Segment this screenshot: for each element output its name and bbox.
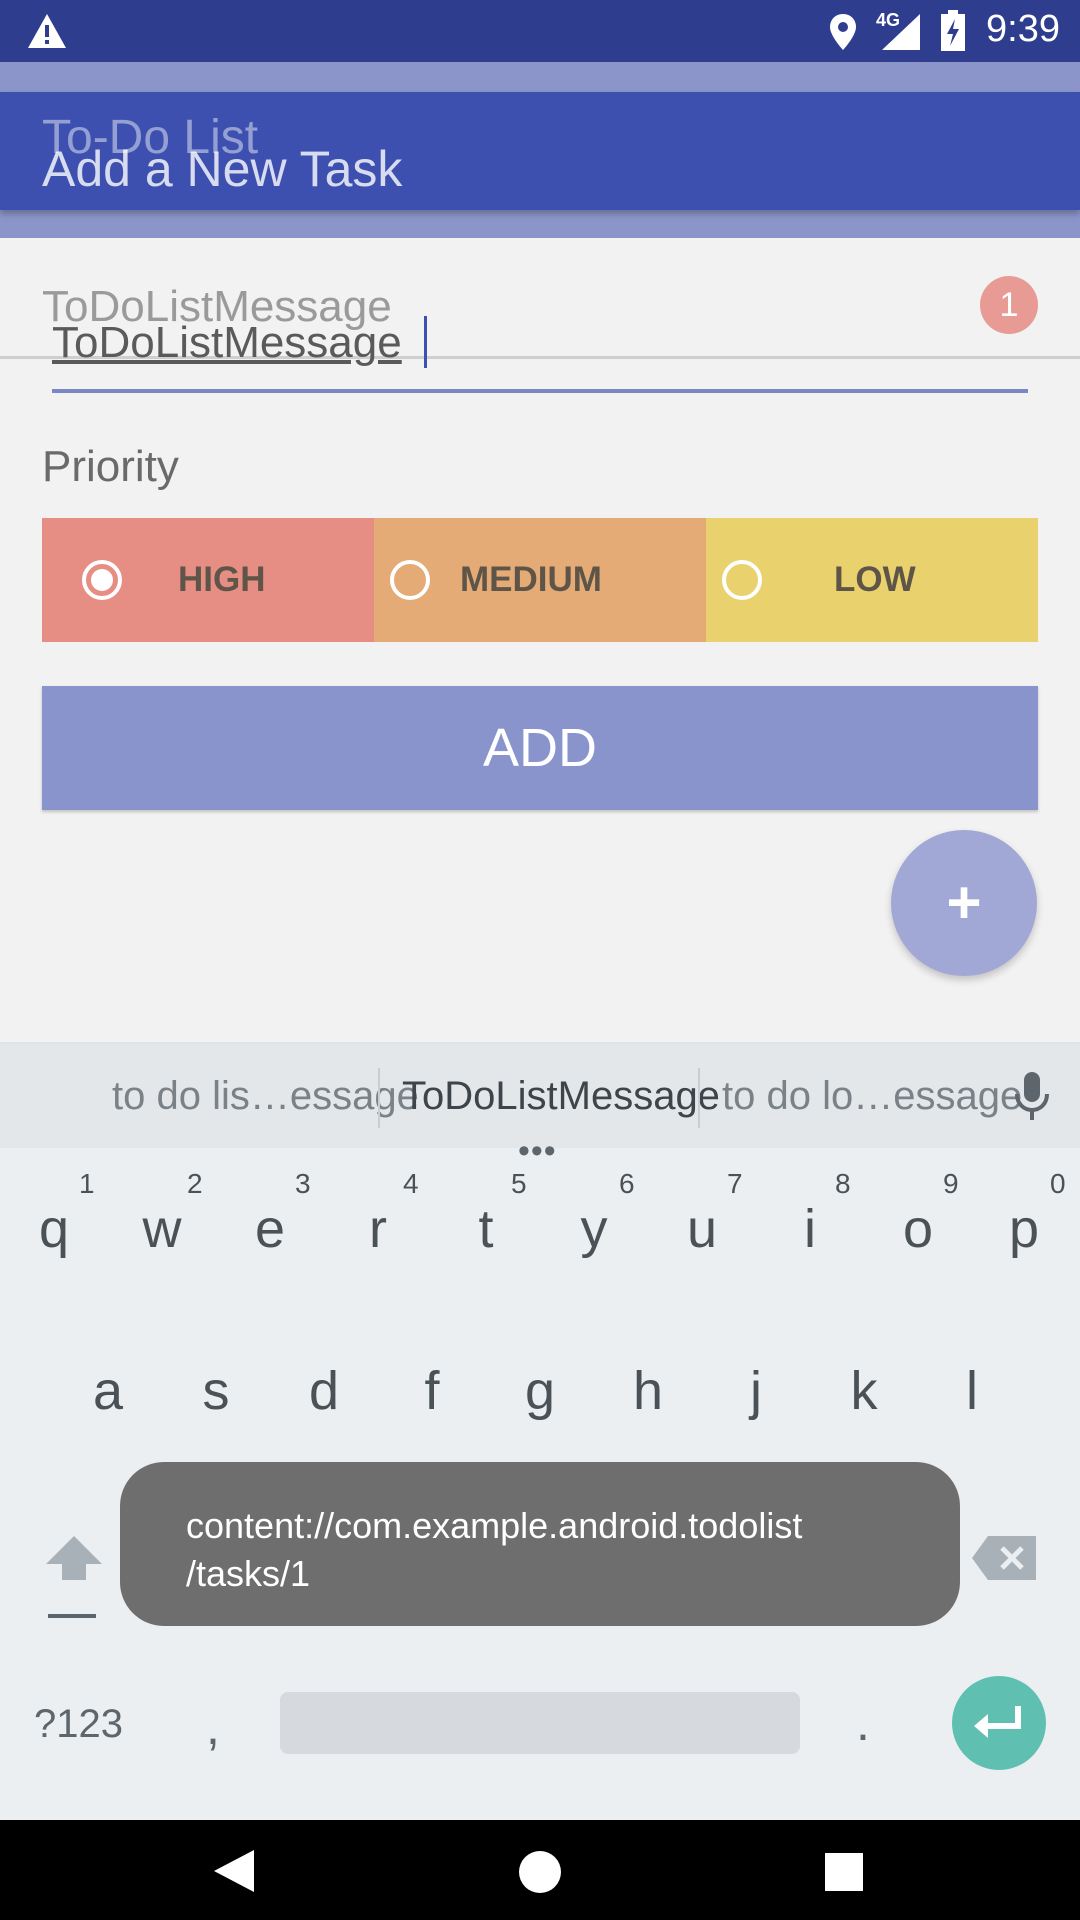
more-suggestions-icon[interactable]: ••• bbox=[518, 1132, 557, 1171]
suggestion-divider bbox=[698, 1068, 700, 1128]
key-s[interactable]: s bbox=[186, 1360, 246, 1422]
priority-low-radio[interactable]: LOW bbox=[706, 518, 1038, 642]
radio-unselected-icon bbox=[390, 560, 430, 600]
battery-charging-icon bbox=[941, 10, 965, 51]
toast-line-2: /tasks/1 bbox=[186, 1553, 311, 1594]
suggestion-item[interactable]: to do lis…essage bbox=[112, 1074, 419, 1119]
task-description-input[interactable]: ToDoListMessage bbox=[52, 318, 402, 368]
period-key[interactable]: . bbox=[856, 1694, 870, 1752]
key-number-hint: 1 bbox=[79, 1168, 95, 1199]
microphone-icon[interactable] bbox=[1012, 1070, 1052, 1124]
backspace-icon[interactable] bbox=[970, 1534, 1038, 1582]
page-title: Add a New Task bbox=[42, 141, 403, 197]
enter-key[interactable] bbox=[952, 1676, 1046, 1770]
home-icon[interactable] bbox=[518, 1850, 562, 1894]
symbols-key[interactable]: ?123 bbox=[34, 1702, 123, 1747]
back-icon[interactable] bbox=[212, 1848, 256, 1894]
priority-badge: 1 bbox=[980, 276, 1038, 334]
shift-indicator bbox=[48, 1614, 96, 1618]
key-q[interactable]: q bbox=[24, 1198, 84, 1260]
text-cursor bbox=[424, 316, 427, 368]
key-number-hint: 0 bbox=[1050, 1168, 1066, 1199]
toast-message: content://com.example.android.todolist /… bbox=[120, 1462, 960, 1626]
key-g[interactable]: g bbox=[510, 1360, 570, 1422]
input-underline bbox=[52, 389, 1028, 393]
priority-high-label: HIGH bbox=[178, 560, 266, 599]
key-number-hint: 9 bbox=[943, 1168, 959, 1199]
warning-icon bbox=[28, 14, 66, 48]
radio-selected-icon bbox=[82, 560, 122, 600]
suggestion-item[interactable]: to do lo…essage bbox=[722, 1074, 1022, 1119]
priority-label: Priority bbox=[42, 442, 179, 491]
enter-icon bbox=[974, 1706, 1021, 1738]
priority-low-label: LOW bbox=[834, 560, 916, 599]
key-number-hint: 2 bbox=[187, 1168, 203, 1199]
key-y[interactable]: y bbox=[564, 1198, 624, 1260]
key-number-hint: 7 bbox=[727, 1168, 743, 1199]
priority-high-radio[interactable]: HIGH bbox=[42, 518, 374, 642]
key-number-hint: 3 bbox=[295, 1168, 311, 1199]
key-number-hint: 4 bbox=[403, 1168, 419, 1199]
key-p[interactable]: p bbox=[994, 1198, 1054, 1260]
key-number-hint: 6 bbox=[619, 1168, 635, 1199]
key-f[interactable]: f bbox=[402, 1360, 462, 1422]
add-button[interactable]: ADD bbox=[42, 686, 1038, 810]
comma-key[interactable]: , bbox=[206, 1698, 220, 1756]
key-number-hint: 8 bbox=[835, 1168, 851, 1199]
key-j[interactable]: j bbox=[726, 1360, 786, 1422]
status-time: 9:39 bbox=[986, 8, 1060, 50]
signal-icon bbox=[882, 14, 920, 50]
suggestion-divider bbox=[378, 1068, 380, 1128]
key-u[interactable]: u bbox=[672, 1198, 732, 1260]
toast-line-1: content://com.example.android.todolist bbox=[186, 1505, 803, 1546]
add-task-fab[interactable]: + bbox=[891, 830, 1037, 976]
key-h[interactable]: h bbox=[618, 1360, 678, 1422]
shift-icon[interactable] bbox=[44, 1534, 104, 1584]
recents-icon[interactable] bbox=[824, 1852, 864, 1892]
status-bar: 4G 9:39 bbox=[0, 0, 1080, 62]
key-a[interactable]: a bbox=[78, 1360, 138, 1422]
suggestion-item[interactable]: ToDoListMessage bbox=[402, 1074, 720, 1119]
key-number-hint: 5 bbox=[511, 1168, 527, 1199]
key-r[interactable]: r bbox=[348, 1198, 408, 1260]
priority-medium-label: MEDIUM bbox=[460, 560, 602, 599]
key-l[interactable]: l bbox=[942, 1360, 1002, 1422]
priority-medium-radio[interactable]: MEDIUM bbox=[374, 518, 706, 642]
navigation-bar bbox=[0, 1820, 1080, 1920]
key-w[interactable]: w bbox=[132, 1198, 192, 1260]
key-k[interactable]: k bbox=[834, 1360, 894, 1422]
key-e[interactable]: e bbox=[240, 1198, 300, 1260]
location-icon bbox=[830, 14, 856, 50]
space-bar[interactable] bbox=[280, 1692, 800, 1754]
key-o[interactable]: o bbox=[888, 1198, 948, 1260]
key-t[interactable]: t bbox=[456, 1198, 516, 1260]
key-d[interactable]: d bbox=[294, 1360, 354, 1422]
key-i[interactable]: i bbox=[780, 1198, 840, 1260]
radio-unselected-icon bbox=[722, 560, 762, 600]
